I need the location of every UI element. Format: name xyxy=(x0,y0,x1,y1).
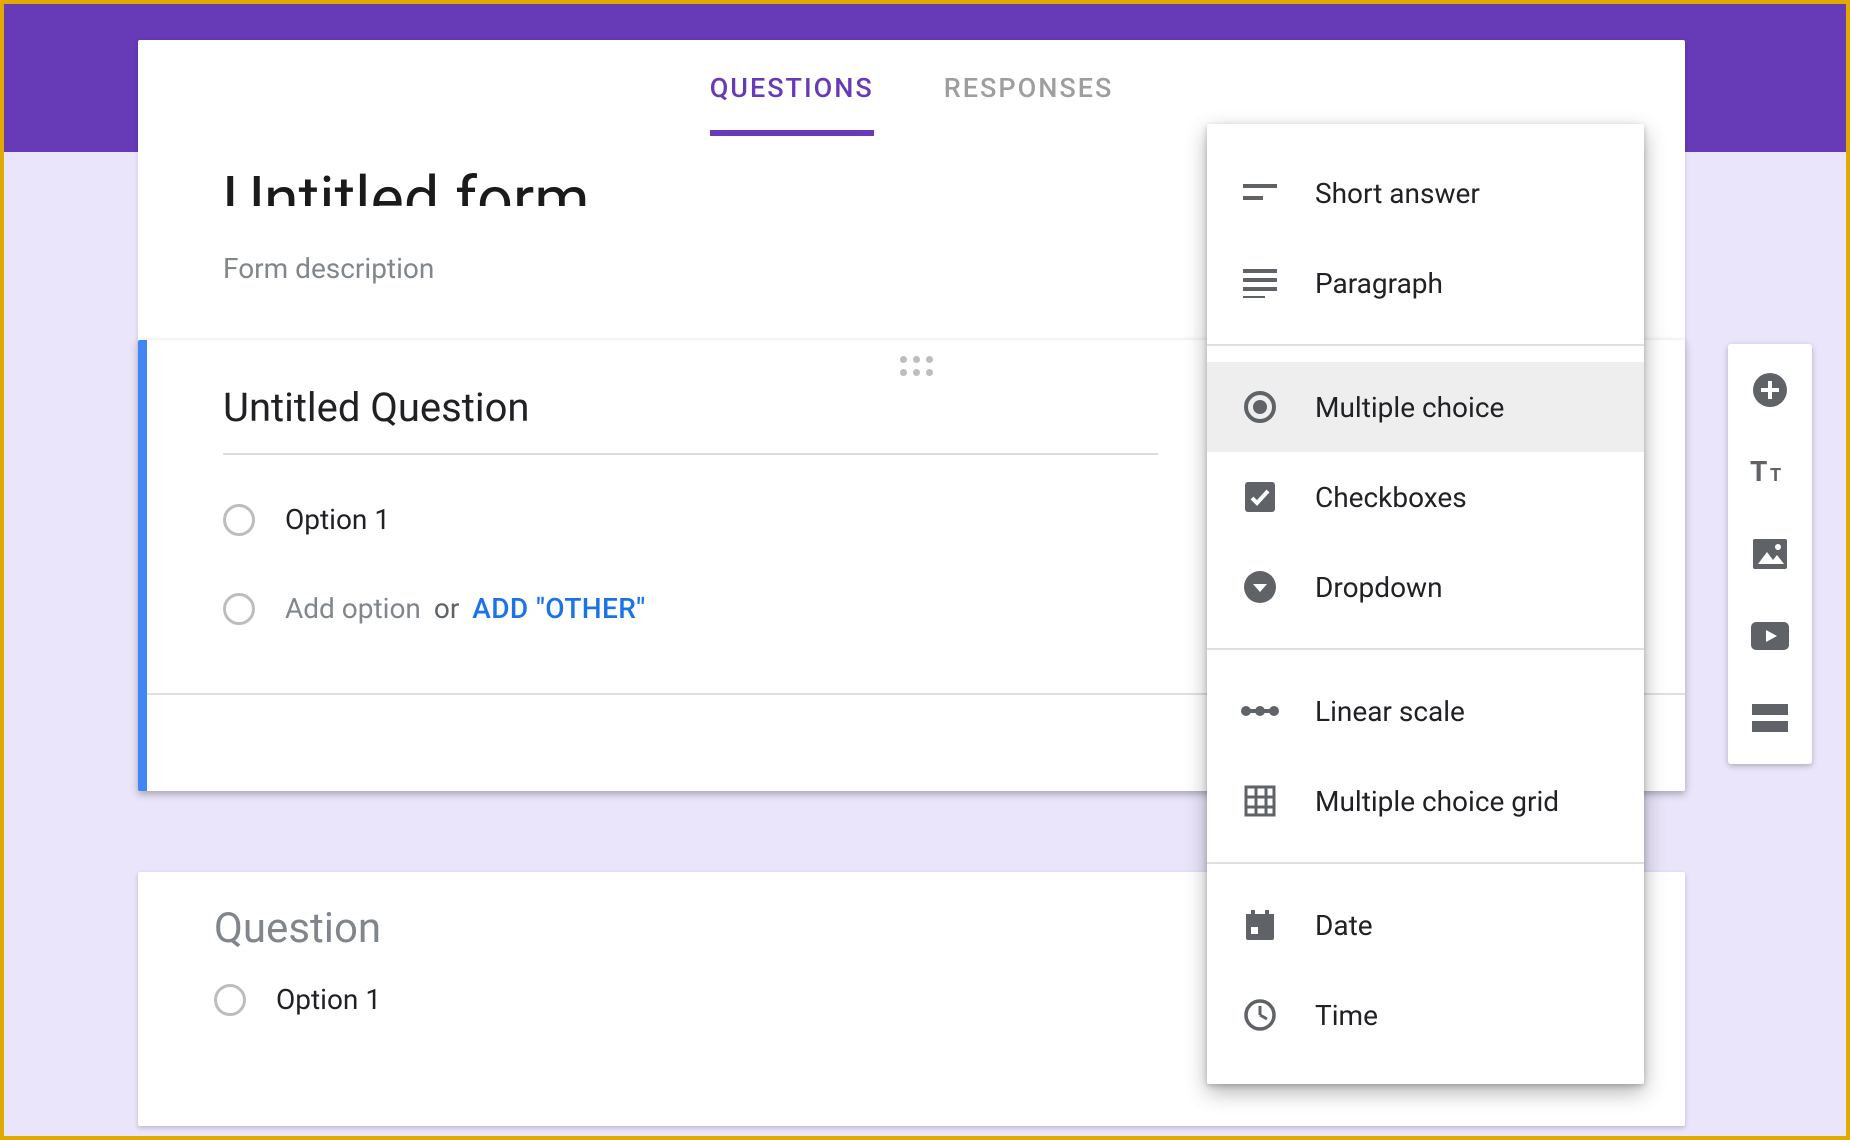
or-separator: or xyxy=(434,592,459,625)
menu-label: Paragraph xyxy=(1315,267,1443,300)
menu-divider xyxy=(1207,648,1644,650)
menu-item-mc-grid[interactable]: Multiple choice grid xyxy=(1207,756,1644,846)
add-question-icon[interactable] xyxy=(1750,370,1790,410)
menu-item-time[interactable]: Time xyxy=(1207,970,1644,1060)
menu-label: Multiple choice xyxy=(1315,391,1504,424)
menu-item-short-answer[interactable]: Short answer xyxy=(1207,148,1644,238)
radio-icon xyxy=(223,504,255,536)
svg-text:T: T xyxy=(1750,455,1767,488)
add-other-button[interactable]: ADD "OTHER" xyxy=(472,592,645,625)
add-title-icon[interactable]: TT xyxy=(1750,452,1790,492)
option-text-input[interactable]: Option 1 xyxy=(285,503,390,536)
tabs-bar: QUESTIONS RESPONSES xyxy=(138,40,1685,136)
question-title-input[interactable]: Untitled Question xyxy=(223,384,1158,455)
floating-toolbar: TT xyxy=(1728,344,1812,764)
menu-divider xyxy=(1207,862,1644,864)
menu-label: Linear scale xyxy=(1315,695,1465,728)
radio-icon xyxy=(223,593,255,625)
tab-questions[interactable]: QUESTIONS xyxy=(710,40,874,136)
tab-responses[interactable]: RESPONSES xyxy=(944,40,1114,136)
drag-handle-icon[interactable] xyxy=(894,340,938,376)
menu-item-dropdown[interactable]: Dropdown xyxy=(1207,542,1644,632)
question-title: Question xyxy=(214,904,1149,963)
radio-checked-icon xyxy=(1241,388,1279,426)
menu-label: Date xyxy=(1315,909,1373,942)
dropdown-icon xyxy=(1241,568,1279,606)
linear-scale-icon xyxy=(1241,692,1279,730)
menu-label: Time xyxy=(1315,999,1378,1032)
add-option-button[interactable]: Add option xyxy=(285,592,421,625)
svg-text:T: T xyxy=(1770,465,1781,486)
short-answer-icon xyxy=(1241,174,1279,212)
add-image-icon[interactable] xyxy=(1750,534,1790,574)
checkbox-checked-icon xyxy=(1241,478,1279,516)
clock-icon xyxy=(1241,996,1279,1034)
menu-item-paragraph[interactable]: Paragraph xyxy=(1207,238,1644,328)
radio-icon xyxy=(214,984,246,1016)
grid-icon xyxy=(1241,782,1279,820)
calendar-icon xyxy=(1241,906,1279,944)
menu-item-checkboxes[interactable]: Checkboxes xyxy=(1207,452,1644,542)
menu-item-linear-scale[interactable]: Linear scale xyxy=(1207,666,1644,756)
menu-divider xyxy=(1207,344,1644,346)
add-video-icon[interactable] xyxy=(1750,616,1790,656)
menu-label: Dropdown xyxy=(1315,571,1443,604)
menu-label: Checkboxes xyxy=(1315,481,1467,514)
menu-item-date[interactable]: Date xyxy=(1207,880,1644,970)
option-label: Option 1 xyxy=(276,983,381,1016)
menu-item-multiple-choice[interactable]: Multiple choice xyxy=(1207,362,1644,452)
paragraph-icon xyxy=(1241,264,1279,302)
add-section-icon[interactable] xyxy=(1750,698,1790,738)
menu-label: Multiple choice grid xyxy=(1315,785,1559,818)
menu-label: Short answer xyxy=(1315,177,1480,210)
question-type-menu: Short answer Paragraph Multiple choice xyxy=(1207,124,1644,1084)
